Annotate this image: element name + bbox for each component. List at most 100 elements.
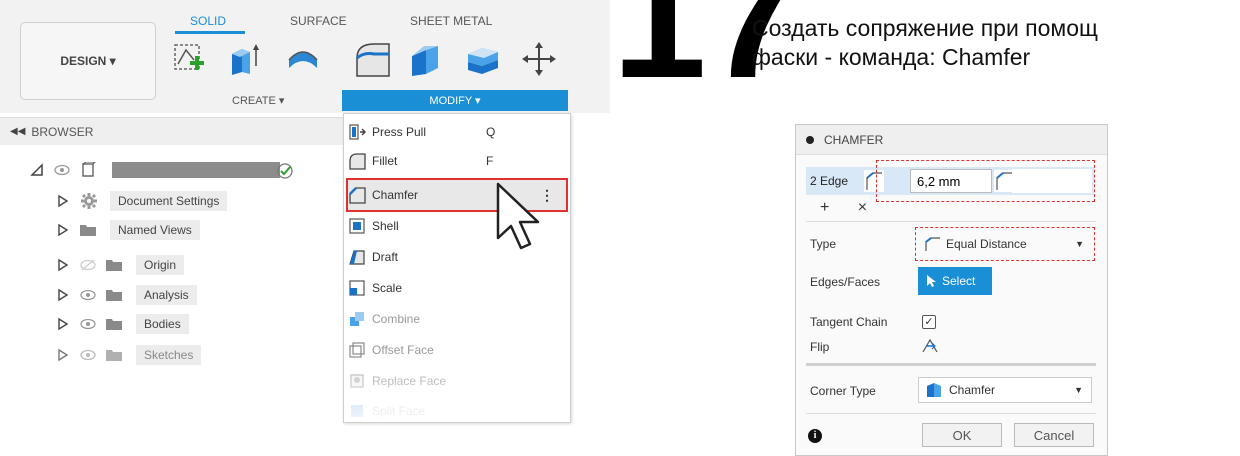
folder-icon xyxy=(106,350,122,361)
collapsed-triangle-icon[interactable] xyxy=(56,348,70,362)
collapsed-triangle-icon[interactable] xyxy=(56,288,70,302)
browser-root-row[interactable] xyxy=(30,158,96,182)
chevron-down-icon: ▼ xyxy=(1074,385,1083,395)
menu-item-offset-face[interactable]: Offset Face xyxy=(348,336,566,364)
browser-item-label: Sketches xyxy=(136,345,202,365)
tangent-chain-label: Tangent Chain xyxy=(810,315,888,329)
menu-item-press-pull[interactable]: Press Pull Q xyxy=(348,118,566,146)
dialog-header[interactable]: CHAMFER xyxy=(796,125,1107,155)
browser-header[interactable]: ◀◀ BROWSER xyxy=(0,117,345,145)
workspace-label: DESIGN ▾ xyxy=(60,54,116,68)
menu-item-combine[interactable]: Combine xyxy=(348,305,566,333)
mouse-cursor-icon xyxy=(496,182,540,250)
ok-button-label: OK xyxy=(952,427,972,443)
heading-line-2: фаски - команда: Chamfer xyxy=(752,44,1031,70)
collapsed-triangle-icon[interactable] xyxy=(56,317,70,331)
folder-icon xyxy=(106,290,122,301)
select-button[interactable]: Select xyxy=(918,267,992,295)
menu-item-label: Replace Face xyxy=(372,374,447,388)
pointer-icon xyxy=(927,275,936,287)
info-icon[interactable]: i xyxy=(808,429,822,443)
folder-icon xyxy=(80,225,96,236)
collapse-arrows-icon[interactable]: ◀◀ xyxy=(10,126,25,137)
split-face-icon xyxy=(351,405,363,417)
tab-sheet-metal[interactable]: SHEET METAL xyxy=(410,14,492,28)
press-pull-icon[interactable] xyxy=(354,40,392,78)
revolve-icon[interactable] xyxy=(286,42,320,76)
expanded-triangle-icon[interactable] xyxy=(30,163,44,177)
divider xyxy=(806,221,1096,222)
collapsed-triangle-icon[interactable] xyxy=(56,223,70,237)
browser-item-analysis[interactable]: Analysis xyxy=(56,283,197,307)
tab-solid[interactable]: SOLID xyxy=(190,14,226,28)
select-button-label: Select xyxy=(942,274,976,288)
corner-chamfer-icon xyxy=(927,383,941,397)
move-icon[interactable] xyxy=(520,40,558,78)
menu-item-split-face[interactable]: Split Face xyxy=(348,397,566,422)
cancel-button[interactable]: Cancel xyxy=(1014,423,1094,447)
menu-item-label: Fillet xyxy=(372,154,398,168)
corner-type-select[interactable]: Chamfer ▼ xyxy=(918,377,1092,403)
edge-count-label: 2 Edge xyxy=(810,174,849,188)
fillet-icon xyxy=(349,153,366,170)
component-name-field[interactable] xyxy=(112,162,280,178)
menu-item-label: Draft xyxy=(372,250,399,264)
browser-item-label: Analysis xyxy=(136,285,197,305)
modify-group-button[interactable]: MODIFY ▾ xyxy=(342,90,568,111)
menu-item-label: Combine xyxy=(372,312,421,326)
extrude-icon[interactable] xyxy=(228,42,262,76)
tangent-chain-checkbox[interactable]: ✓ xyxy=(922,315,936,329)
workspace-design-button[interactable]: DESIGN ▾ xyxy=(20,22,156,100)
browser-item-label: Bodies xyxy=(136,314,189,334)
eye-icon[interactable] xyxy=(80,289,96,301)
browser-title: BROWSER xyxy=(31,124,94,139)
cancel-button-label: Cancel xyxy=(1033,427,1075,443)
menu-item-fillet[interactable]: Fillet F xyxy=(348,147,566,175)
press-pull-icon xyxy=(349,124,366,140)
activate-check-icon[interactable] xyxy=(276,162,294,180)
modify-dropdown-menu: Press Pull Q Fillet F Chamfer ⋮ Shell Dr… xyxy=(343,113,571,423)
eye-icon[interactable] xyxy=(80,349,96,361)
browser-item-sketches[interactable]: Sketches xyxy=(56,343,202,367)
combine-icon xyxy=(350,312,364,326)
active-tab-underline xyxy=(175,31,245,34)
browser-item-label: Origin xyxy=(136,255,185,275)
tab-surface[interactable]: SURFACE xyxy=(290,14,347,28)
edges-faces-label: Edges/Faces xyxy=(810,275,881,289)
divider xyxy=(806,363,1096,366)
type-label: Type xyxy=(810,237,837,251)
add-remove-controls[interactable]: + × xyxy=(820,199,879,217)
folder-icon xyxy=(106,319,122,330)
corner-type-value: Chamfer xyxy=(949,383,996,397)
browser-item-origin[interactable]: Origin xyxy=(56,253,185,277)
menu-item-label: Chamfer xyxy=(372,188,419,202)
ok-button[interactable]: OK xyxy=(922,423,1002,447)
dialog-title: CHAMFER xyxy=(824,132,884,147)
collapsed-triangle-icon[interactable] xyxy=(56,194,70,208)
browser-item-named-views[interactable]: Named Views xyxy=(56,218,200,242)
collapse-dot-icon[interactable] xyxy=(806,135,814,144)
shell-icon-toolbar[interactable] xyxy=(464,40,502,78)
toolbar: SOLID SURFACE SHEET METAL DESIGN ▾ CREAT… xyxy=(0,0,610,113)
collapsed-triangle-icon[interactable] xyxy=(56,258,70,272)
create-sketch-icon[interactable] xyxy=(172,42,206,76)
browser-item-bodies[interactable]: Bodies xyxy=(56,312,189,336)
menu-item-label: Press Pull xyxy=(372,125,427,139)
shortcut-label: F xyxy=(486,154,494,168)
eye-icon[interactable] xyxy=(80,318,96,330)
menu-item-scale[interactable]: Scale xyxy=(348,274,566,302)
chamfer-icon xyxy=(349,187,366,204)
flip-icon[interactable] xyxy=(920,336,940,356)
menu-item-label: Shell xyxy=(372,219,399,233)
menu-item-replace-face[interactable]: Replace Face xyxy=(348,367,566,395)
eye-icon[interactable] xyxy=(54,164,70,176)
eye-hidden-icon[interactable] xyxy=(80,259,96,271)
create-group-label[interactable]: CREATE ▾ xyxy=(232,94,284,107)
menu-item-label: Offset Face xyxy=(372,343,434,357)
distance-highlight xyxy=(876,160,1095,202)
divider xyxy=(806,413,1096,414)
fillet-icon[interactable] xyxy=(408,40,446,78)
browser-item-document-settings[interactable]: Document Settings xyxy=(56,189,228,213)
draft-icon xyxy=(349,250,365,265)
browser-item-label: Document Settings xyxy=(110,191,228,211)
